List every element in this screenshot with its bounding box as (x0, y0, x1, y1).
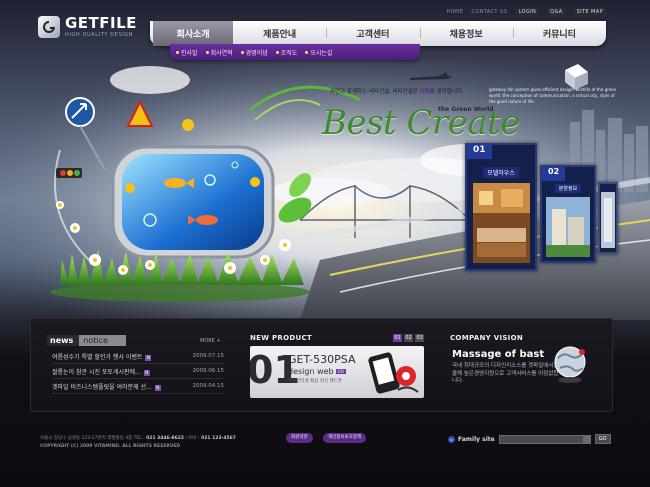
logo-tagline: HIGH QUALITY DESIGN (65, 32, 134, 38)
news-more-link[interactable]: MORE + (200, 338, 221, 344)
card-title: 모델하우스 (483, 167, 519, 178)
top-link-sitemap[interactable]: SITE MAP (573, 8, 606, 16)
model-house-photo (473, 183, 530, 263)
company-vision-title: COMPANY VISION (450, 334, 524, 342)
nav-item-community[interactable]: 커뮤니티 (512, 27, 606, 40)
logo[interactable]: GETFILE HIGH QUALITY DESIGN (38, 16, 137, 38)
product-code: GET-530PSA (288, 353, 356, 366)
subnav-item-philosophy[interactable]: 경영이념 (241, 48, 268, 57)
hero-tagline: 자연과 함께하는 비타건설, 비타건설은 미래를 생각합니다. (330, 87, 464, 95)
page: GETFILE HIGH QUALITY DESIGN HOME CONTACT… (0, 0, 650, 487)
footer-fax-label: / FAX : (185, 436, 200, 441)
logo-name: GETFILE (65, 14, 137, 32)
hero-tagline-emphasis: 미래를 (419, 89, 435, 95)
top-links: HOME CONTACT US LOGIN Q&A SITE MAP (447, 8, 606, 16)
hero-banner: 자연과 함께하는 비타건설, 비타건설은 미래를 생각합니다. gateway … (0, 60, 650, 320)
news-item-title: 겟파일 비즈니스템플릿을 여러분께 선... (52, 383, 152, 391)
pager-button-2[interactable]: 02 (404, 334, 413, 342)
product-desc: 무선인터넷 최상 최신 핸드폰 (288, 379, 342, 384)
pager-button-3[interactable]: 03 (415, 334, 424, 342)
privacy-policy-button[interactable]: 개인정보보호정책 (323, 433, 367, 443)
footer-tel: 021 3446-8622 (146, 436, 184, 441)
footer-fax: 021 123-4567 (201, 436, 236, 441)
new-badge-icon: N (145, 354, 152, 361)
company-vision-headline: Massage of bast (452, 349, 545, 360)
family-site: ▸ Family site GO (448, 434, 611, 444)
family-site-label: Family site (458, 435, 495, 443)
news-item[interactable]: 여름성수기 특별 할인가 행사 이벤트 N 2009.07.15 (52, 349, 224, 364)
footer-address: 서울시 강남구 삼성동 123-17번지 벽절빌딩 4층 TEL : 021 3… (40, 435, 236, 441)
family-site-go-button[interactable]: GO (594, 434, 611, 444)
sub-nav: 인사말 회사연혁 경영이념 조직도 오시는길 (170, 44, 420, 60)
company-vision-text: 국내 최대규모의 디자인리소스를 겟파일에서는 올해 높은경영지원으로 고객서비… (452, 363, 559, 384)
nav-item-careers[interactable]: 채용정보 (419, 27, 513, 40)
news-list: 여름성수기 특별 할인가 행사 이벤트 N 2009.07.15 쌀롱눈이 참관 … (52, 349, 224, 394)
news-item-date: 2009.04.15 (192, 383, 225, 389)
nav-item-support[interactable]: 고객센터 (326, 27, 419, 40)
globe-icon (554, 346, 586, 383)
sale-info-card[interactable]: 02 분양정보 (540, 165, 596, 263)
news-item-title: 쌀롱눈이 참관 시진 포토게시판에... (52, 368, 141, 376)
news-item[interactable]: 겟파일 비즈니스템플릿을 여러분께 선... N 2009.04.15 (52, 379, 224, 394)
news-item-title: 여름성수기 특별 할인가 행사 이벤트 (52, 353, 143, 361)
new-badge-icon: N (154, 384, 161, 391)
third-card-photo (601, 192, 615, 248)
news-item-date: 2009.07.15 (192, 353, 225, 359)
new-badge-icon: N (143, 369, 150, 376)
sale-info-photo (546, 197, 590, 257)
card-number: 02 (542, 167, 566, 181)
third-card[interactable] (598, 182, 618, 254)
new-product-pager: 01 02 03 (393, 334, 424, 342)
arrow-right-icon: ▸ (448, 435, 455, 443)
hero-tagline-prefix: 자연과 함께하는 비타건설, 비타건설은 (330, 89, 418, 95)
subnav-item-directions[interactable]: 오시는길 (305, 48, 332, 57)
subnav-item-greeting[interactable]: 인사말 (176, 48, 198, 57)
nav-item-products[interactable]: 제품안내 (233, 27, 326, 40)
hero-subhead: the Green World (438, 106, 494, 113)
card-title: 분양정보 (554, 184, 582, 193)
tab-notice[interactable]: notice (79, 335, 126, 346)
main-nav: 회사소개 제품안내 고객센터 채용정보 커뮤니티 (150, 21, 606, 46)
tab-news[interactable]: news (47, 335, 80, 346)
new-product-title: NEW PRODUCT (250, 334, 312, 342)
product-go-button[interactable]: GO (335, 369, 346, 374)
news-tabs: news notice (47, 335, 126, 346)
top-link-login[interactable]: LOGIN (515, 8, 540, 16)
footer-address-text: 서울시 강남구 삼성동 123-17번지 벽절빌딩 4층 TEL : (40, 436, 145, 441)
news-item-date: 2009.06.15 (192, 368, 225, 374)
family-site-label-row: ▸ Family site (448, 435, 495, 443)
product-subtitle-row: design web GO (288, 367, 346, 376)
card-number: 01 (467, 145, 492, 159)
pager-button-1[interactable]: 01 (393, 334, 402, 342)
model-house-card[interactable]: 01 모델하우스 (465, 143, 537, 271)
top-link-home[interactable]: HOME (447, 9, 464, 15)
family-site-select[interactable] (498, 434, 591, 444)
phone-image (368, 352, 419, 394)
terms-button[interactable]: 회원약관 (286, 433, 313, 443)
product-subtitle: design web (288, 367, 334, 376)
hero-tagline-suffix: 생각합니다. (436, 89, 464, 95)
top-link-contact[interactable]: CONTACT US (471, 9, 507, 15)
nav-item-company[interactable]: 회사소개 (153, 21, 233, 46)
footer-copyright: COPYRIGHT (C) 2009 VITAMIND. ALL RIGHTS … (40, 444, 181, 449)
news-item[interactable]: 쌀롱눈이 참관 시진 포토게시판에... N 2009.06.15 (52, 364, 224, 379)
new-product-banner[interactable]: 01 GET-530PSA design web GO 무선인터넷 최상 최신 핸… (250, 346, 424, 398)
logo-icon (38, 16, 60, 38)
top-link-qa[interactable]: Q&A (547, 8, 566, 16)
subnav-item-history[interactable]: 회사연혁 (206, 48, 233, 57)
subnav-item-organization[interactable]: 조직도 (276, 48, 298, 57)
